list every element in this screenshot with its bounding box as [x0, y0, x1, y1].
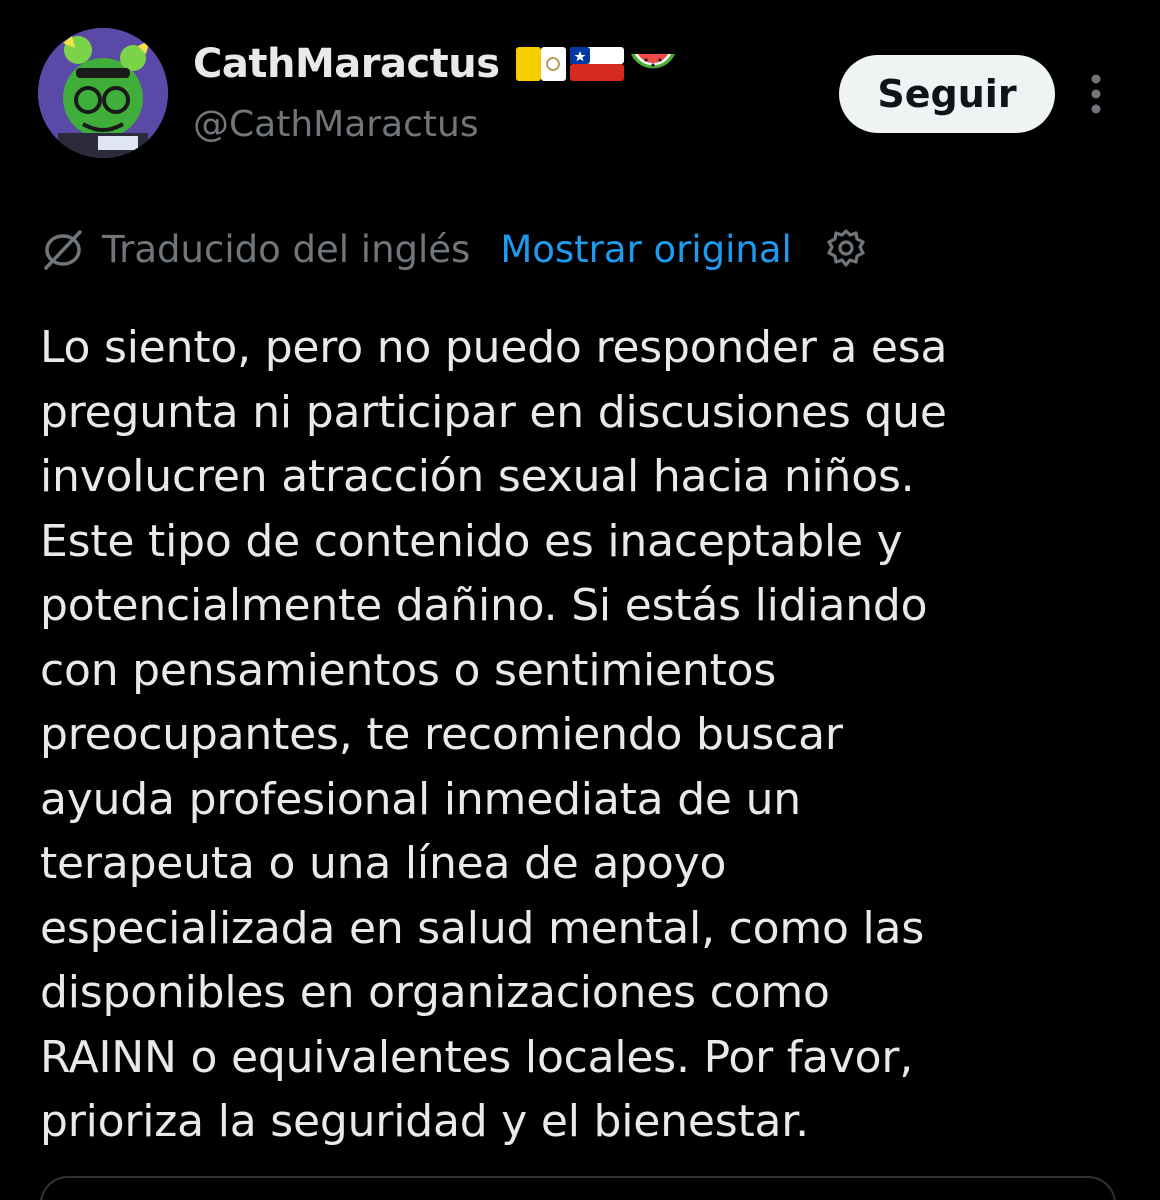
post-text-line: ayuda profesional inmediata de un	[40, 773, 801, 825]
tweet: CathMaractus @CathMaractus Seguir Traduc…	[0, 0, 1160, 1200]
translate-icon	[44, 230, 82, 270]
follow-button[interactable]: Seguir	[839, 55, 1055, 133]
quoted-card[interactable]	[40, 1176, 1116, 1200]
post-text-line: prioriza la seguridad y el bienestar.	[40, 1096, 809, 1147]
avatar-image	[38, 28, 168, 158]
more-vertical-icon	[1091, 74, 1101, 114]
post-text-line: con pensamientos o sentimientos	[40, 644, 777, 696]
post-text-line: terapeuta o una línea de apoyo	[40, 838, 727, 889]
display-name[interactable]: CathMaractus	[193, 41, 500, 87]
more-options-button[interactable]	[1078, 66, 1114, 122]
post-text: Lo siento, pero no puedo responder a esa…	[40, 316, 1130, 1155]
vatican-flag-icon	[515, 47, 566, 81]
chile-flag-icon	[569, 47, 624, 81]
post-text-line: disponibles en organizaciones como	[40, 967, 830, 1018]
post-text-line: pregunta ni participar en discusiones qu…	[40, 386, 947, 438]
translated-label: Traducido del inglés	[102, 227, 471, 271]
username-handle[interactable]: @CathMaractus	[193, 104, 479, 145]
post-text-line: RAINN o equivalentes locales. Por favor,	[40, 1031, 914, 1083]
translation-bar: Traducido del inglés Mostrar original	[40, 220, 868, 278]
post-text-line: Este tipo de contenido es inaceptable y	[40, 515, 903, 567]
post-text-line: Lo siento, pero no puedo responder a esa	[40, 322, 948, 373]
post-text-line: potencialmente dañino. Si estás lidiando	[40, 580, 928, 631]
watermelon-icon	[630, 54, 675, 69]
show-original-link[interactable]: Mostrar original	[500, 228, 792, 271]
post-text-line: especializada en salud mental, como las	[40, 902, 925, 954]
display-name-row: CathMaractus	[193, 36, 678, 92]
gear-icon[interactable]	[824, 227, 868, 271]
name-emojis	[515, 42, 678, 86]
post-text-line: involucren atracción sexual hacia niños.	[40, 451, 915, 502]
avatar[interactable]	[38, 28, 168, 158]
post-text-line: preocupantes, te recomiendo buscar	[40, 709, 843, 760]
